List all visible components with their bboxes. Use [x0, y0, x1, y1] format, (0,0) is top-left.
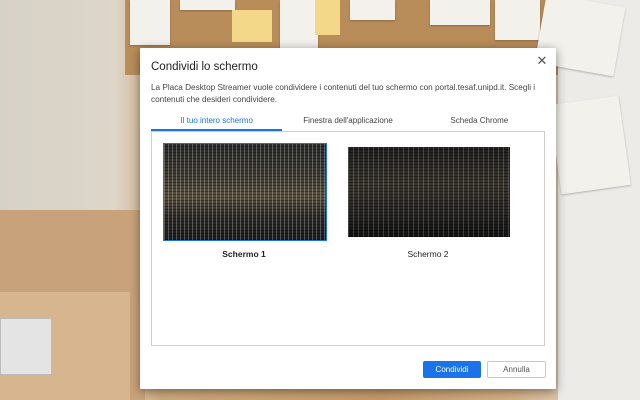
share-button[interactable]: Condividi: [423, 361, 481, 378]
share-screen-dialog: ✕ Condividi lo schermo La Placa Desktop …: [140, 48, 556, 389]
dialog-title: Condividi lo schermo: [151, 61, 258, 73]
screen-2-thumbnail[interactable]: [348, 147, 510, 237]
cancel-button[interactable]: Annulla: [487, 361, 546, 378]
tab-chrome-tab[interactable]: Scheda Chrome: [414, 114, 545, 132]
tab-entire-screen[interactable]: Il tuo intero schermo: [151, 114, 283, 132]
screen-1-label: Schermo 1: [222, 249, 266, 259]
tab-application-window[interactable]: Finestra dell'applicazione: [282, 114, 413, 132]
screen-2-preview: [348, 147, 510, 237]
screen-1-preview: [164, 144, 326, 240]
screen-picker-panel: Schermo 1 Schermo 2: [151, 131, 545, 346]
close-icon[interactable]: ✕: [535, 53, 549, 68]
screen-1-thumbnail[interactable]: [163, 143, 327, 241]
source-tabs: Il tuo intero schermo Finestra dell'appl…: [151, 114, 545, 132]
screen-2-label: Schermo 2: [407, 249, 449, 259]
dialog-description: La Placa Desktop Streamer vuole condivid…: [151, 83, 536, 104]
